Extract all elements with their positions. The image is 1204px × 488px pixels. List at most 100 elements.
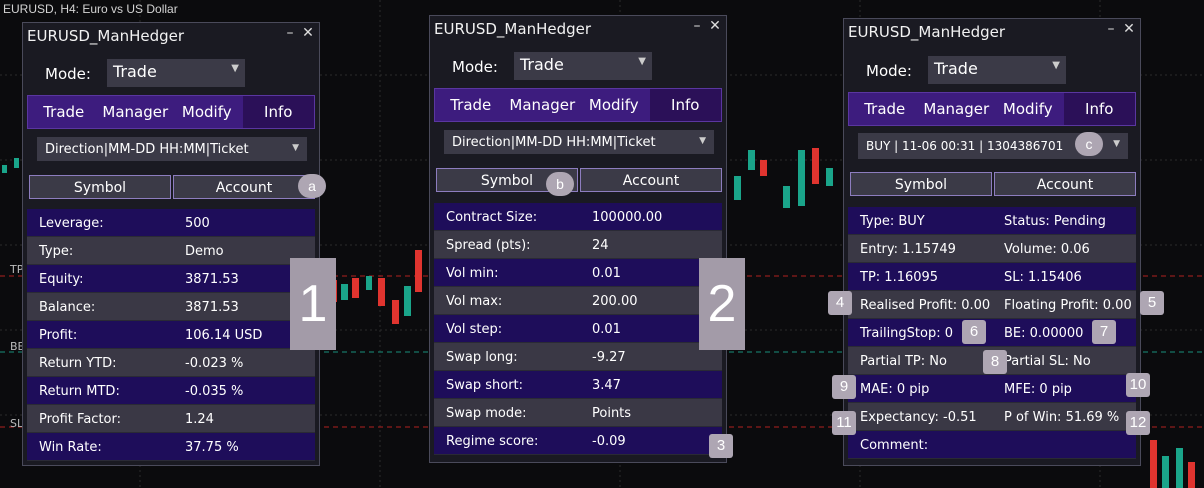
account-button[interactable]: Account <box>994 172 1136 196</box>
annotation-badge-c: c <box>1075 132 1103 156</box>
row-right: Partial SL: No <box>1004 354 1091 369</box>
close-icon[interactable]: ✕ <box>1122 21 1136 37</box>
table-row: Spread (pts): 24 <box>434 231 722 259</box>
panel-titlebar[interactable]: EURUSD_ManHedger – ✕ <box>23 23 319 49</box>
close-icon[interactable]: ✕ <box>708 18 722 34</box>
table-row: Swap short: 3.47 <box>434 371 722 399</box>
table-row: Swap mode: Points <box>434 399 722 427</box>
tab-modify[interactable]: Modify <box>992 93 1064 125</box>
minimize-icon[interactable]: – <box>1104 21 1118 37</box>
row-value: -0.09 <box>592 434 626 449</box>
chevron-down-icon: ▼ <box>1113 139 1120 149</box>
chevron-down-icon: ▼ <box>699 136 706 146</box>
row-left: MAE: 0 pip <box>860 382 930 397</box>
tab-info[interactable]: Info <box>1063 93 1135 125</box>
row-key: Vol max: <box>446 294 503 309</box>
tab-manager[interactable]: Manager <box>921 93 993 125</box>
row-key: Vol step: <box>446 322 503 337</box>
annotation-badge-12: 12 <box>1126 411 1150 435</box>
row-value: Demo <box>185 244 224 259</box>
annotation-badge-9: 9 <box>832 375 856 399</box>
tab-info[interactable]: Info <box>649 89 721 121</box>
mode-label: Mode: <box>866 62 912 80</box>
tab-bar: Trade Manager Modify Info <box>434 88 722 122</box>
minimize-icon[interactable]: – <box>283 25 297 41</box>
table-row: Entry: 1.15749 Volume: 0.06 <box>848 235 1136 263</box>
trade-selector-dropdown[interactable]: Direction|MM-DD HH:MM|Ticket ▼ <box>444 130 714 154</box>
account-button[interactable]: Account <box>580 168 722 192</box>
table-row: Swap long: -9.27 <box>434 343 722 371</box>
annotation-badge-7: 7 <box>1092 320 1116 344</box>
annotation-badge-10: 10 <box>1126 373 1150 397</box>
panel-titlebar[interactable]: EURUSD_ManHedger – ✕ <box>430 16 726 42</box>
symbol-info-table: Contract Size: 100000.00 Spread (pts): 24 … <box>434 203 722 455</box>
row-value: 500 <box>185 216 210 231</box>
account-info-table: Leverage: 500 Type: Demo Equity: 3871.53 Ba… <box>27 209 315 461</box>
chevron-down-icon: ▼ <box>292 143 299 153</box>
tab-info[interactable]: Info <box>242 96 314 128</box>
annotation-badge-3: 3 <box>709 434 733 458</box>
row-value: -0.035 % <box>185 384 244 399</box>
row-value: 3.47 <box>592 378 621 393</box>
row-value: 0.01 <box>592 322 621 337</box>
tab-modify[interactable]: Modify <box>578 89 650 121</box>
row-value: 3871.53 <box>185 272 239 287</box>
row-left: Partial TP: No <box>860 354 947 369</box>
table-row: Vol max: 200.00 <box>434 287 722 315</box>
trade-selector-dropdown[interactable]: Direction|MM-DD HH:MM|Ticket ▼ <box>37 137 307 161</box>
table-row: MAE: 0 pip MFE: 0 pip <box>848 375 1136 403</box>
mode-value: Trade <box>520 55 564 74</box>
row-key: Return YTD: <box>39 356 117 371</box>
panel-titlebar[interactable]: EURUSD_ManHedger – ✕ <box>844 19 1140 45</box>
row-value: -0.023 % <box>185 356 244 371</box>
row-key: Win Rate: <box>39 440 102 455</box>
minimize-icon[interactable]: – <box>690 18 704 34</box>
table-row: Balance: 3871.53 <box>27 293 315 321</box>
mode-value: Trade <box>113 62 157 81</box>
table-row: Contract Size: 100000.00 <box>434 203 722 231</box>
row-value: 1.24 <box>185 412 214 427</box>
mode-label: Mode: <box>452 58 498 76</box>
panel-title: EURUSD_ManHedger <box>434 20 592 38</box>
annotation-badge-b: b <box>546 172 574 196</box>
chevron-down-icon: ▼ <box>638 56 646 67</box>
table-row: Vol min: 0.01 <box>434 259 722 287</box>
row-key: Type: <box>39 244 74 259</box>
tab-manager[interactable]: Manager <box>507 89 579 121</box>
table-row: Win Rate: 37.75 % <box>27 433 315 461</box>
table-row: Profit Factor: 1.24 <box>27 405 315 433</box>
account-button[interactable]: Account <box>173 175 315 199</box>
tab-trade[interactable]: Trade <box>28 96 100 128</box>
table-row: Realised Profit: 0.00 Floating Profit: 0.… <box>848 291 1136 319</box>
row-value: 200.00 <box>592 294 638 309</box>
row-value: 106.14 USD <box>185 328 263 343</box>
row-key: Swap short: <box>446 378 524 393</box>
tab-trade[interactable]: Trade <box>849 93 921 125</box>
annotation-badge-5: 5 <box>1140 291 1164 315</box>
annotation-badge-8: 8 <box>983 350 1007 374</box>
annotation-badge-4: 4 <box>828 291 852 315</box>
mode-select[interactable]: Trade ▼ <box>514 52 652 80</box>
row-key: Leverage: <box>39 216 104 231</box>
dropdown-value: Direction|MM-DD HH:MM|Ticket <box>45 142 249 157</box>
mode-label: Mode: <box>45 65 91 83</box>
symbol-button[interactable]: Symbol <box>850 172 992 196</box>
tab-modify[interactable]: Modify <box>171 96 243 128</box>
symbol-button[interactable]: Symbol <box>29 175 171 199</box>
chevron-down-icon: ▼ <box>1052 60 1060 71</box>
chart-title: EURUSD, H4: Euro vs US Dollar <box>3 2 178 16</box>
row-key: Equity: <box>39 272 84 287</box>
row-right: Floating Profit: 0.00 <box>1004 298 1132 313</box>
tab-trade[interactable]: Trade <box>435 89 507 121</box>
tab-manager[interactable]: Manager <box>100 96 172 128</box>
close-icon[interactable]: ✕ <box>301 25 315 41</box>
row-right: BE: 0.00000 <box>1004 326 1084 341</box>
table-row: Comment: <box>848 431 1136 459</box>
mode-select[interactable]: Trade ▼ <box>107 59 245 87</box>
row-left: Expectancy: -0.51 <box>860 410 977 425</box>
table-row: Return YTD: -0.023 % <box>27 349 315 377</box>
row-right: MFE: 0 pip <box>1004 382 1072 397</box>
mode-select[interactable]: Trade ▼ <box>928 56 1066 84</box>
row-key: Spread (pts): <box>446 238 531 253</box>
row-key: Vol min: <box>446 266 499 281</box>
